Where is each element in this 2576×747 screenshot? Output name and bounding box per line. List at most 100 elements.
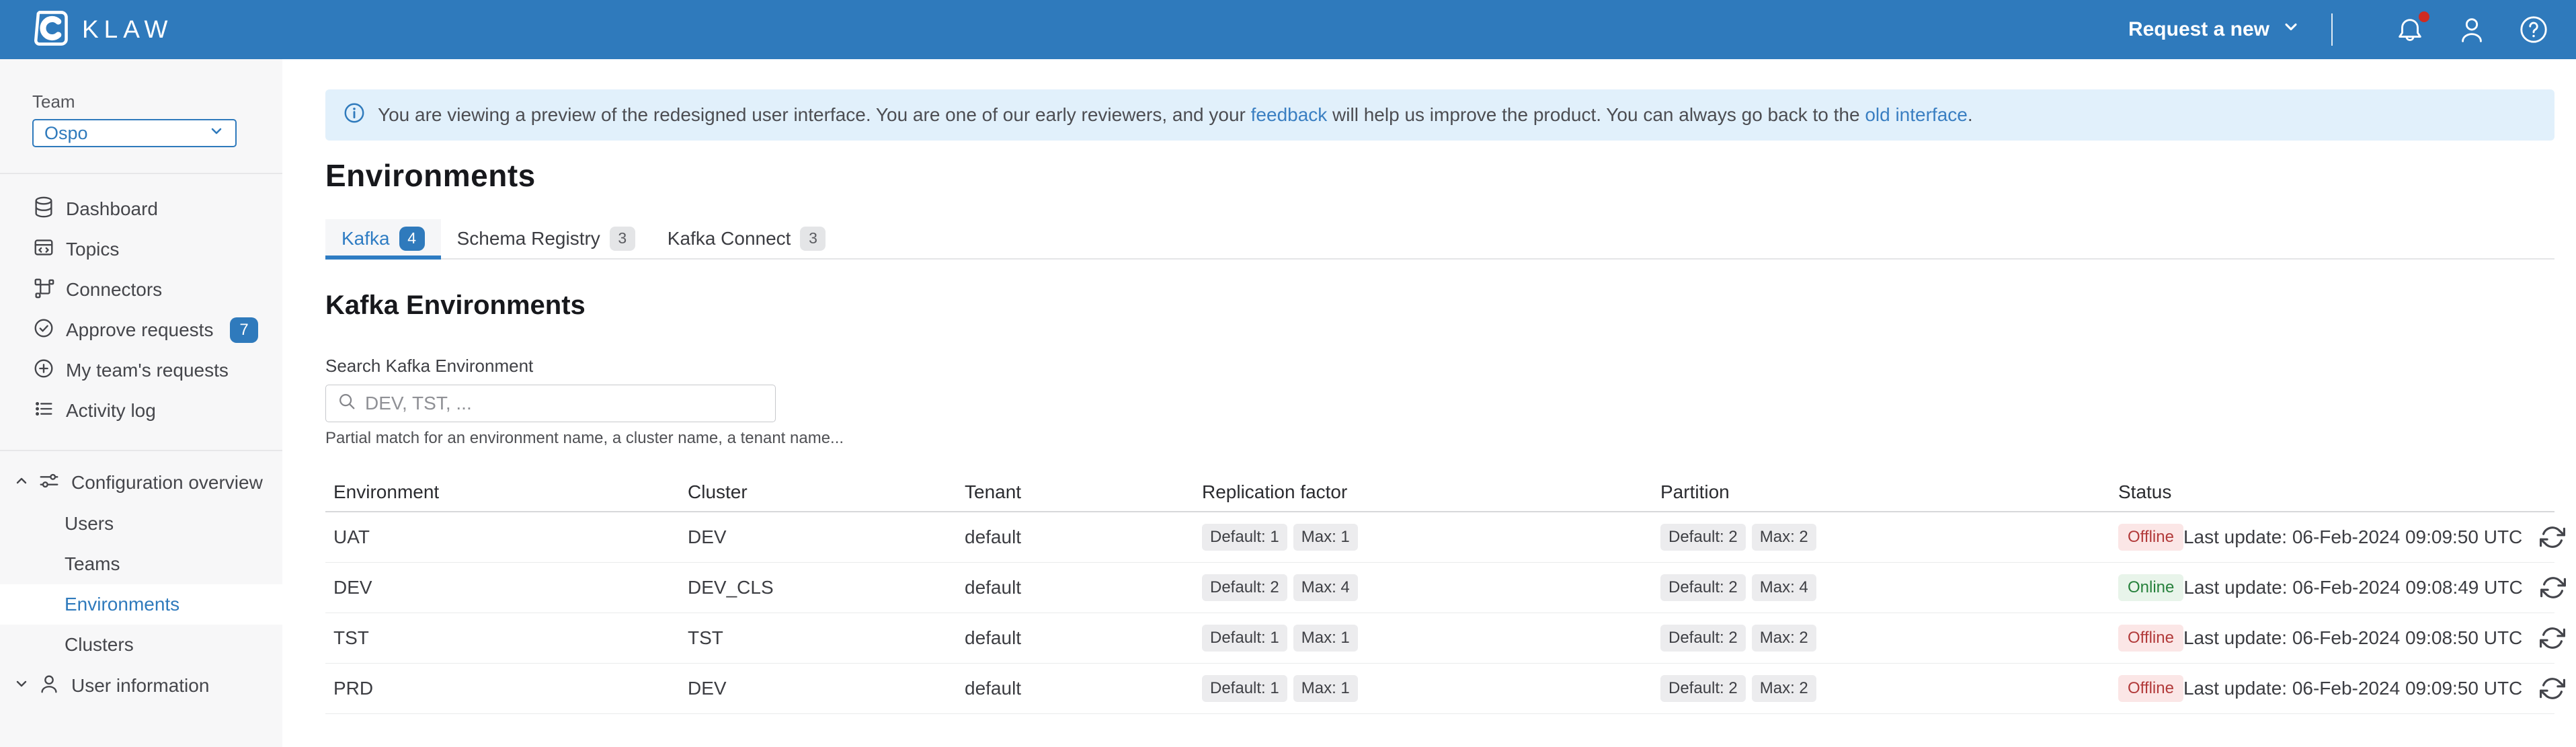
sidebar-item-users[interactable]: Users (0, 504, 282, 544)
main-content: You are viewing a preview of the redesig… (282, 59, 2576, 747)
cell-tenant: default (965, 577, 1202, 598)
old-interface-link[interactable]: old interface (1865, 104, 1968, 125)
app-header: KLAW Request a new (0, 0, 2576, 59)
request-a-new-button[interactable]: Request a new (2128, 17, 2300, 42)
refresh-button[interactable] (2540, 575, 2566, 600)
tab-schema-registry[interactable]: Schema Registry 3 (441, 219, 651, 258)
sidebar-item-environments[interactable]: Environments (0, 584, 282, 625)
header-actions: Request a new (2128, 13, 2549, 46)
cell-environment: UAT (333, 526, 688, 548)
cell-replication-factor: Default: 1 Max: 1 (1202, 524, 1660, 551)
sidebar-item-my-teams-requests[interactable]: My team's requests (0, 350, 282, 391)
column-header-status: Status (2118, 481, 2554, 503)
chevron-up-icon (13, 472, 30, 494)
plus-circle-icon (32, 357, 55, 385)
tab-kafka[interactable]: Kafka 4 (325, 219, 441, 258)
cell-replication-factor: Default: 1 Max: 1 (1202, 625, 1660, 652)
partition-max-chip: Max: 4 (1752, 574, 1816, 601)
search-hint: Partial match for an environment name, a… (325, 429, 2554, 448)
replication-max-chip: Max: 4 (1293, 574, 1358, 601)
chevron-down-icon (13, 675, 30, 697)
cell-cluster: DEV_CLS (688, 577, 965, 598)
cell-tenant: default (965, 526, 1202, 548)
column-header-partition: Partition (1660, 481, 2118, 503)
status-badge: Online (2118, 574, 2183, 601)
notification-dot (2419, 11, 2429, 22)
cell-partition: Default: 2 Max: 2 (1660, 675, 2118, 702)
replication-default-chip: Default: 1 (1202, 675, 1287, 702)
last-update-text: Last update: 06-Feb-2024 09:09:50 UTC (2183, 526, 2522, 548)
team-select-value: Ospo (44, 123, 88, 144)
page-title: Environments (325, 158, 2554, 194)
cell-status: Offline Last update: 06-Feb-2024 09:08:5… (2118, 625, 2575, 652)
tab-schema-registry-count-badge: 3 (610, 227, 635, 251)
refresh-button[interactable] (2540, 676, 2565, 701)
last-update-text: Last update: 06-Feb-2024 09:08:50 UTC (2183, 627, 2522, 649)
search-icon (337, 391, 357, 415)
sidebar-item-dashboard[interactable]: Dashboard (0, 189, 282, 229)
cell-tenant: default (965, 678, 1202, 699)
tab-label: Kafka (341, 228, 390, 249)
sidebar-item-clusters[interactable]: Clusters (0, 625, 282, 665)
klaw-logo[interactable]: KLAW (31, 9, 173, 51)
sidebar-item-approve-requests[interactable]: Approve requests 7 (0, 310, 282, 350)
sidebar-item-label: Activity log (66, 400, 156, 422)
table-row: TST TST default Default: 1 Max: 1 Defaul… (325, 613, 2554, 664)
partition-default-chip: Default: 2 (1660, 625, 1746, 652)
team-select[interactable]: Ospo (32, 119, 237, 147)
preview-banner: You are viewing a preview of the redesig… (325, 89, 2554, 141)
tab-label: Kafka Connect (668, 228, 791, 249)
tab-kafka-connect[interactable]: Kafka Connect 3 (651, 219, 842, 258)
partition-max-chip: Max: 2 (1752, 625, 1816, 652)
cell-partition: Default: 2 Max: 4 (1660, 574, 2118, 601)
partition-max-chip: Max: 2 (1752, 524, 1816, 551)
cell-status: Offline Last update: 06-Feb-2024 09:09:5… (2118, 524, 2575, 551)
feedback-link[interactable]: feedback (1251, 104, 1328, 125)
info-icon (343, 102, 366, 129)
tab-kafka-connect-count-badge: 3 (800, 227, 826, 251)
chevron-down-icon (2282, 17, 2300, 42)
sidebar-item-label: Topics (66, 239, 119, 260)
search-input[interactable] (365, 393, 764, 414)
cell-cluster: TST (688, 627, 965, 649)
sidebar-item-label: My team's requests (66, 360, 229, 381)
column-header-cluster: Cluster (688, 481, 965, 503)
sidebar-item-activity-log[interactable]: Activity log (0, 391, 282, 431)
help-button[interactable] (2518, 14, 2549, 45)
profile-button[interactable] (2456, 14, 2487, 45)
list-icon (32, 397, 55, 425)
banner-text: You are viewing a preview of the redesig… (378, 104, 1973, 126)
last-update-text: Last update: 06-Feb-2024 09:08:49 UTC (2183, 577, 2522, 598)
column-header-replication-factor: Replication factor (1202, 481, 1660, 503)
table-row: PRD DEV default Default: 1 Max: 1 Defaul… (325, 664, 2554, 714)
refresh-button[interactable] (2540, 625, 2565, 651)
sliders-icon (38, 469, 61, 497)
tab-kafka-count-badge: 4 (399, 227, 425, 251)
sidebar-item-label: Teams (65, 553, 120, 575)
table-header-row: Environment Cluster Tenant Replication f… (325, 473, 2554, 512)
sidebar-item-connectors[interactable]: Connectors (0, 270, 282, 310)
partition-default-chip: Default: 2 (1660, 524, 1746, 551)
sidebar-nav: Dashboard Topics (0, 174, 282, 431)
banner-text-part1: You are viewing a preview of the redesig… (378, 104, 1251, 125)
replication-max-chip: Max: 1 (1293, 524, 1358, 551)
section-title: Kafka Environments (325, 290, 2554, 321)
sidebar-section-configuration-overview[interactable]: Configuration overview (0, 462, 282, 504)
cell-environment: TST (333, 627, 688, 649)
topics-icon (32, 236, 55, 264)
search-box (325, 385, 776, 422)
search-label: Search Kafka Environment (325, 356, 2554, 377)
replication-default-chip: Default: 2 (1202, 574, 1287, 601)
cell-replication-factor: Default: 2 Max: 4 (1202, 574, 1660, 601)
sidebar-item-topics[interactable]: Topics (0, 229, 282, 270)
sidebar-item-teams[interactable]: Teams (0, 544, 282, 584)
sidebar-item-label: Environments (65, 594, 179, 615)
sidebar-section-user-information[interactable]: User information (0, 665, 282, 707)
notifications-button[interactable] (2394, 14, 2425, 45)
cell-partition: Default: 2 Max: 2 (1660, 625, 2118, 652)
sidebar-item-label: Connectors (66, 279, 162, 301)
cell-environment: DEV (333, 577, 688, 598)
cell-cluster: DEV (688, 526, 965, 548)
refresh-button[interactable] (2540, 524, 2565, 550)
tab-label: Schema Registry (457, 228, 600, 249)
